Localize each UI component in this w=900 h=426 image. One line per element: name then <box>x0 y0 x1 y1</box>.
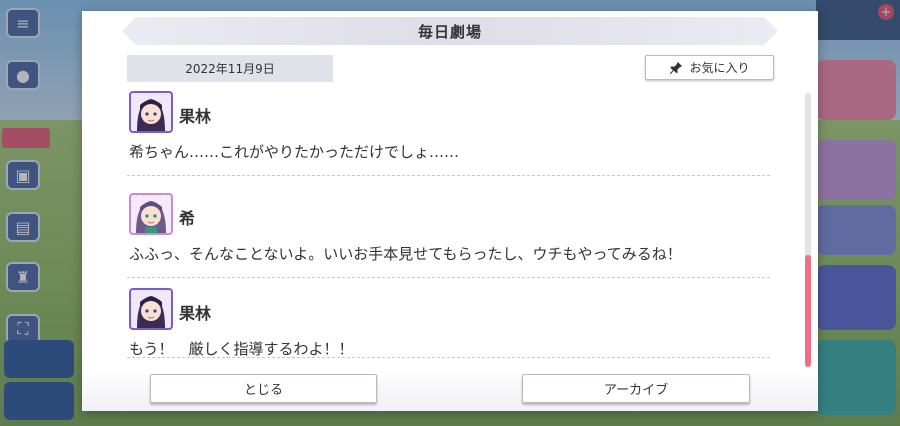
daily-theater-dialog: 毎日劇場 2022年11月9日 お気に入り 果林 希ちゃん……これがやりたかった… <box>82 11 818 411</box>
karin-avatar <box>129 288 173 330</box>
scrollbar-thumb[interactable] <box>805 255 811 367</box>
favorite-button[interactable]: お気に入り <box>645 55 774 80</box>
speaker-name: 果林 <box>179 304 212 323</box>
archive-label: アーカイブ <box>603 383 669 398</box>
dialogue-list[interactable]: 果林 希ちゃん……これがやりたかっただけでしょ…… 希 ふふっ、そんなことないよ… <box>127 91 770 359</box>
separator <box>127 175 770 176</box>
separator <box>127 277 770 278</box>
date-label: 2022年11月9日 <box>127 55 333 82</box>
dialog-title: 毎日劇場 <box>417 22 482 41</box>
dialogue-line: 希ちゃん……これがやりたかっただけでしょ…… <box>129 143 460 161</box>
nozomi-avatar <box>129 193 173 235</box>
speaker-name: 希 <box>179 209 196 228</box>
date-text: 2022年11月9日 <box>185 62 275 76</box>
close-label: とじる <box>243 383 283 398</box>
close-button[interactable]: とじる <box>150 374 377 403</box>
dialogue-line: ふふっ、そんなことないよ。いいお手本見せてもらったし、ウチもやってみるね！ <box>129 245 682 263</box>
separator <box>127 357 770 358</box>
scrollbar[interactable] <box>805 93 811 367</box>
title-bar: 毎日劇場 <box>122 17 778 45</box>
archive-button[interactable]: アーカイブ <box>522 374 750 403</box>
dialogue-line: もう！ 厳しく指導するわよ！！ <box>129 340 354 358</box>
pin-icon <box>670 61 683 74</box>
favorite-label: お気に入り <box>689 61 750 75</box>
karin-avatar <box>129 91 173 133</box>
speaker-name: 果林 <box>179 107 212 126</box>
